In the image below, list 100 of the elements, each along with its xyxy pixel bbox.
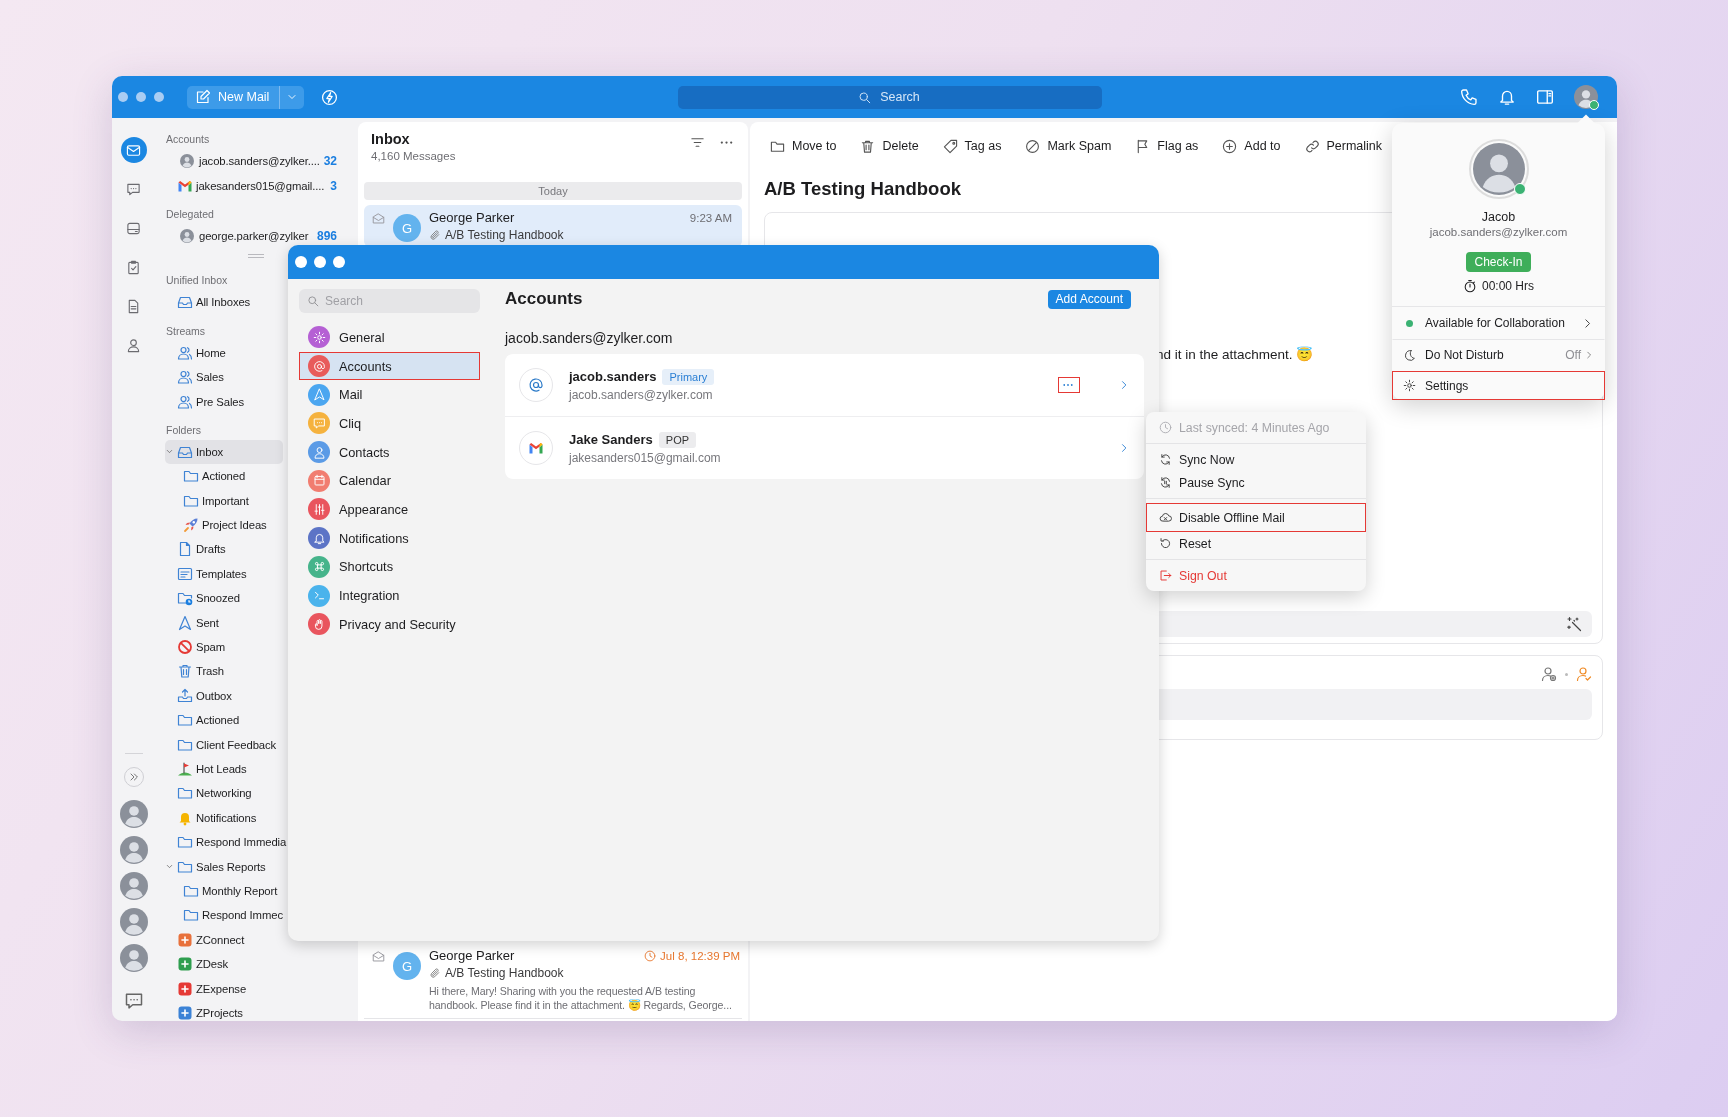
- folder-item[interactable]: Actioned: [165, 464, 250, 489]
- folder-item[interactable]: Trash: [165, 659, 228, 684]
- sender-avatar: G: [393, 214, 421, 242]
- add-account-button[interactable]: Add Account: [1047, 289, 1131, 309]
- folder-item[interactable]: Inbox: [165, 439, 283, 465]
- magic-wand-icon[interactable]: [1566, 616, 1582, 632]
- bell-icon[interactable]: [1498, 88, 1516, 106]
- user-check-icon[interactable]: [1576, 666, 1592, 682]
- folder-item[interactable]: Respond Immedia: [165, 830, 291, 855]
- folder-item[interactable]: ZConnect: [165, 927, 249, 952]
- lightning-icon[interactable]: [321, 88, 339, 106]
- chat-icon[interactable]: [123, 991, 144, 1011]
- folder-item[interactable]: Sent: [165, 610, 223, 635]
- folder-item[interactable]: ZExpense: [165, 976, 251, 1001]
- settings-nav-item[interactable]: Cliq: [299, 409, 480, 438]
- settings-nav-item[interactable]: Mail: [299, 380, 480, 410]
- toolbar-button[interactable]: Move to: [770, 136, 837, 156]
- people-icon: [177, 393, 193, 410]
- folder-item[interactable]: Home: [165, 340, 230, 365]
- unread-count: 32: [323, 154, 338, 169]
- resize-handle[interactable]: [247, 254, 264, 259]
- folder-item[interactable]: Actioned: [165, 708, 244, 733]
- folder-item[interactable]: Networking: [165, 781, 256, 806]
- message-subject: A/B Testing Handbook: [445, 228, 564, 242]
- menu-item[interactable]: Reset: [1146, 532, 1366, 555]
- folder-item[interactable]: Notifications: [165, 805, 261, 830]
- account-name: Jake Sanders: [569, 432, 653, 447]
- unread-count: 3: [330, 178, 338, 193]
- folder-item[interactable]: Outbox: [165, 683, 236, 709]
- toolbar-button[interactable]: Mark Spam: [1025, 136, 1112, 156]
- folder-item[interactable]: Hot Leads: [165, 756, 251, 782]
- search-field[interactable]: Search: [678, 85, 1102, 109]
- profile-menu-item[interactable]: Settings: [1392, 371, 1605, 400]
- menu-item[interactable]: Pause Sync: [1146, 471, 1366, 494]
- settings-nav-item[interactable]: Contacts: [299, 437, 480, 467]
- folder-item[interactable]: Project Ideas: [165, 512, 271, 538]
- folder-item[interactable]: Spam: [165, 634, 230, 660]
- avatar: [119, 908, 148, 936]
- phone-icon[interactable]: [1460, 88, 1478, 106]
- toolbar-button[interactable]: Permalink: [1304, 136, 1383, 156]
- folder-item[interactable]: ZDesk: [165, 951, 233, 977]
- settings-nav-item[interactable]: Shortcuts: [299, 552, 480, 582]
- calendar-icon: [312, 474, 326, 488]
- prohibited-icon: [177, 639, 193, 656]
- folder-item[interactable]: Drafts: [165, 537, 230, 562]
- bell-icon: [312, 531, 326, 545]
- profile-menu-item[interactable]: Do Not Disturb Off: [1392, 339, 1605, 371]
- settings-nav-item[interactable]: Privacy and Security: [299, 609, 480, 639]
- folder-item[interactable]: Templates: [165, 561, 251, 587]
- folder-item[interactable]: Respond Immec: [165, 903, 287, 928]
- toolbar-button[interactable]: Tag as: [942, 136, 1002, 156]
- more-button[interactable]: [1058, 377, 1080, 393]
- settings-search-field[interactable]: Search: [299, 289, 480, 313]
- panel-icon[interactable]: [1536, 88, 1554, 106]
- envelope-icon: [372, 950, 385, 963]
- account-row[interactable]: Jake Sanders POP jakesanders015@gmail.com: [505, 416, 1144, 479]
- inbox-tray-icon: [177, 294, 193, 311]
- app-rail-button[interactable]: [120, 137, 147, 163]
- settings-nav-item[interactable]: Accounts: [299, 351, 480, 381]
- account-row[interactable]: jacob.sanders Primary jacob.sanders@zylker.com: [505, 354, 1144, 416]
- menu-item[interactable]: Disable Offline Mail: [1146, 503, 1366, 532]
- dnd-value: Off: [1565, 348, 1581, 362]
- message-preview: Hi there, Mary! Sharing with you the requested A/B testing handbook. Please find it in the attachment. 😇 Regards, George...: [429, 984, 733, 1012]
- folder-item[interactable]: Snoozed: [165, 586, 244, 611]
- folder-item[interactable]: ZProjects: [165, 1000, 247, 1021]
- folder-item[interactable]: jacob.sanders@zylker.... 32: [165, 149, 345, 174]
- folder-item[interactable]: Monthly Report: [165, 878, 282, 904]
- folder-item[interactable]: Client Feedback: [165, 732, 281, 757]
- settings-nav-item[interactable]: Integration: [299, 581, 480, 610]
- window-control[interactable]: [295, 256, 307, 268]
- settings-nav-item[interactable]: Calendar: [299, 466, 480, 496]
- clock-icon: [644, 949, 657, 962]
- at-sign-icon: [528, 377, 544, 393]
- settings-nav-item[interactable]: Notifications: [299, 523, 480, 553]
- toolbar-button[interactable]: Flag as: [1135, 136, 1199, 156]
- window-control[interactable]: [314, 256, 326, 268]
- folder-item[interactable]: george.parker@zylker 896: [165, 223, 345, 249]
- folder-item[interactable]: All Inboxes: [165, 290, 255, 315]
- note-icon: [126, 298, 141, 314]
- profile-menu-item[interactable]: Available for Collaboration: [1392, 307, 1605, 339]
- window-control[interactable]: [333, 256, 345, 268]
- toolbar-button[interactable]: Add to: [1222, 136, 1281, 156]
- user-plus-icon[interactable]: [1541, 666, 1557, 682]
- avatar: [119, 800, 148, 828]
- search-icon: [858, 90, 871, 104]
- folder-item[interactable]: Sales Reports: [165, 854, 270, 879]
- folder-item[interactable]: jakesanders015@gmail.... 3: [165, 173, 345, 198]
- menu-item[interactable]: Sign Out: [1146, 564, 1366, 587]
- filter-icon[interactable]: [690, 135, 705, 150]
- toolbar-button[interactable]: Delete: [860, 136, 919, 156]
- chat-icon: [312, 416, 326, 430]
- folder-item[interactable]: Pre Sales: [165, 389, 249, 414]
- profile-name: Jacob: [1481, 210, 1516, 224]
- settings-nav-item[interactable]: General: [299, 323, 480, 352]
- folder-item[interactable]: Important: [165, 488, 253, 513]
- folder-item[interactable]: Sales: [165, 364, 228, 390]
- message-row[interactable]: G George Parker 9:23 AM A/B Testing Handbook: [364, 205, 742, 247]
- template-icon: [177, 565, 193, 582]
- menu-item[interactable]: Sync Now: [1146, 448, 1366, 471]
- settings-nav-item[interactable]: Appearance: [299, 495, 480, 524]
